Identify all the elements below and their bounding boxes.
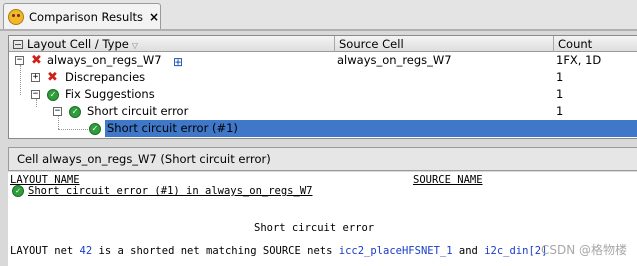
column-layout-cell[interactable]: Layout Cell / Type ▽	[9, 36, 335, 52]
source-name-header: SOURCE NAME	[413, 174, 483, 186]
error-item-link[interactable]: Short circuit error (#1) in always_on_re…	[28, 185, 312, 197]
tree-row-label: Fix Suggestions	[65, 87, 155, 101]
tree-row-count: 1FX, 1D	[556, 53, 602, 67]
detail-title: Cell always_on_regs_W7 (Short circuit er…	[8, 147, 637, 171]
sort-icon[interactable]: ▽	[132, 41, 138, 50]
tab-label: Comparison Results	[29, 9, 144, 24]
tab-divider	[0, 29, 637, 31]
column-source-cell[interactable]: Source Cell	[335, 36, 554, 52]
tree-row-count: 1	[556, 70, 564, 84]
sentence-prefix: LAYOUT net	[10, 245, 74, 257]
tree-row-cell[interactable]: − ✖ always_on_regs_W7 ⊞ always_on_regs_W…	[9, 52, 637, 69]
sentence-and: and	[458, 245, 478, 257]
watermark: CSDN @格物楼	[540, 243, 627, 257]
tab-bar: Comparison Results ×	[0, 0, 637, 31]
collapse-icon[interactable]: −	[53, 107, 62, 116]
tree-row-fix-suggestions[interactable]: − ✓ Fix Suggestions 1	[9, 86, 637, 103]
tree-row-label: Short circuit error	[87, 104, 189, 118]
tree-line	[36, 99, 37, 107]
tree-row-label: always_on_regs_W7	[47, 53, 162, 67]
tree-row-label: Short circuit error (#1)	[107, 121, 238, 135]
tree-line	[58, 129, 88, 130]
error-x-icon: ✖	[31, 53, 42, 68]
collapse-icon[interactable]: −	[31, 90, 40, 99]
layout-net-link[interactable]: 42	[80, 245, 93, 257]
results-tree: Layout Cell / Type ▽ Source Cell Count − …	[8, 35, 637, 139]
tree-row-source: always_on_regs_W7	[337, 53, 452, 67]
tree-row-label: Discrepancies	[65, 70, 146, 84]
check-shield-icon: ✓	[12, 185, 24, 197]
tree-row-count: 1	[556, 87, 564, 101]
tree-row-count: 1	[556, 104, 564, 118]
close-icon[interactable]: ×	[149, 10, 159, 24]
report-sentence: LAYOUT net 42 is a shorted net matching …	[10, 245, 547, 257]
column-layout-label: Layout Cell / Type	[27, 37, 129, 51]
check-shield-icon: ✓	[69, 106, 81, 118]
tree-line	[58, 116, 59, 129]
check-shield-icon: ✓	[89, 123, 101, 135]
tree-row-discrepancies[interactable]: + ✖ Discrepancies 1	[9, 65, 637, 95]
report-heading: Short circuit error	[254, 222, 375, 234]
tree-row-short-circuit[interactable]: − ✓ Short circuit error 1	[9, 99, 637, 120]
table-icon	[13, 40, 23, 49]
error-x-icon: ✖	[47, 70, 58, 85]
tab-comparison-results[interactable]: Comparison Results ×	[3, 3, 161, 29]
column-header: Layout Cell / Type ▽ Source Cell Count	[9, 36, 637, 52]
sentence-mid: is a shorted net matching SOURCE nets	[98, 245, 333, 257]
source-net-link[interactable]: icc2_placeHFSNET_1	[339, 245, 453, 257]
source-net-link[interactable]: i2c_din[2]	[484, 245, 547, 257]
expand-icon[interactable]: +	[31, 73, 40, 82]
check-shield-icon: ✓	[47, 89, 59, 101]
tree-row-short-circuit-1[interactable]: Short circuit error (#1)	[105, 120, 637, 137]
smiley-warning-icon	[8, 8, 24, 25]
collapse-icon[interactable]: −	[15, 56, 24, 65]
column-count[interactable]: Count	[554, 36, 637, 52]
